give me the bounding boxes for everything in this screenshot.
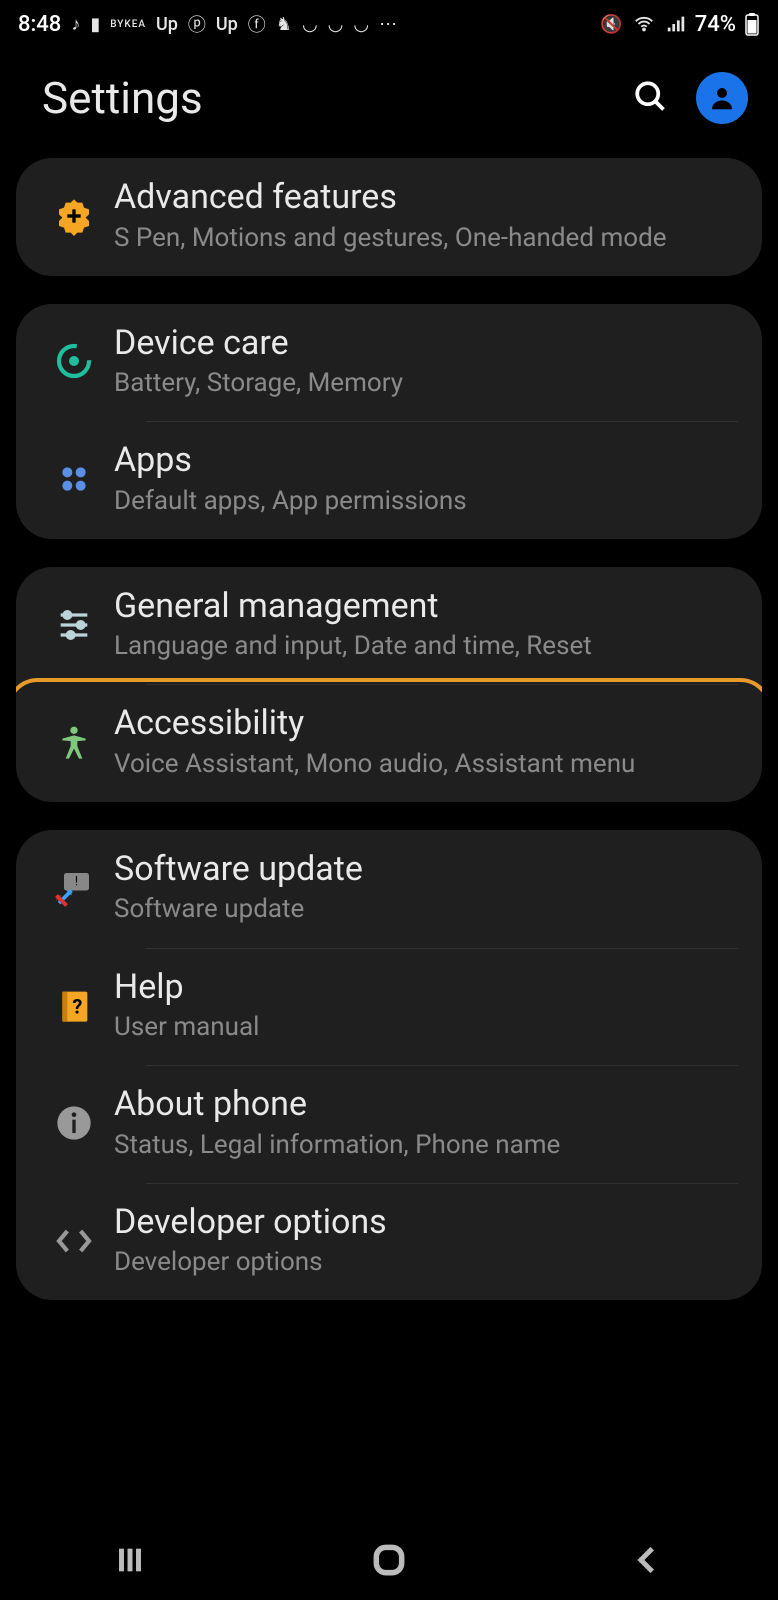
pinterest-icon: ⓟ: [188, 11, 206, 37]
apps-icon: [54, 459, 94, 499]
settings-item-device-care[interactable]: Device care Battery, Storage, Memory: [16, 304, 762, 422]
nav-recents-button[interactable]: [40, 1532, 220, 1588]
software-update-icon: !: [54, 868, 94, 908]
search-icon: [632, 78, 668, 114]
item-title: Help: [114, 966, 738, 1009]
app-header: Settings: [0, 48, 778, 148]
nav-home-button[interactable]: [299, 1532, 479, 1588]
more-icon: ⋯: [379, 14, 397, 35]
music-icon: ♪: [71, 14, 80, 35]
status-notification-icons: ♪ ▮ BYKEA Up ⓟ Up ⓕ ♞ ◡ ◡ ◡ ⋯: [71, 11, 397, 37]
navigation-bar: [0, 1520, 778, 1600]
item-title: Apps: [114, 439, 738, 482]
home-icon: [370, 1541, 408, 1579]
item-title: Developer options: [114, 1201, 738, 1244]
item-subtitle: User manual: [114, 1010, 738, 1045]
battery-percentage: 74%: [695, 12, 736, 37]
item-title: Advanced features: [114, 176, 738, 219]
item-title: General management: [114, 585, 738, 628]
svg-text:!: !: [75, 874, 78, 889]
item-title: Device care: [114, 322, 738, 365]
svg-text:?: ?: [72, 995, 82, 1019]
smile-icon: ◡: [302, 14, 318, 35]
settings-group: ! Software update Software update ? Help…: [16, 830, 762, 1300]
item-subtitle: Developer options: [114, 1245, 738, 1280]
status-bar: 8:48 ♪ ▮ BYKEA Up ⓟ Up ⓕ ♞ ◡ ◡ ◡ ⋯ 🔇 74%: [0, 0, 778, 48]
settings-item-general-management[interactable]: General management Language and input, D…: [16, 567, 762, 685]
search-button[interactable]: [632, 78, 668, 118]
item-subtitle: Status, Legal information, Phone name: [114, 1128, 738, 1163]
item-subtitle: Battery, Storage, Memory: [114, 366, 738, 401]
bykea-icon: BYKEA: [110, 19, 146, 30]
settings-item-software-update[interactable]: ! Software update Software update: [16, 830, 762, 948]
page-title: Settings: [42, 72, 203, 124]
settings-item-developer-options[interactable]: Developer options Developer options: [16, 1183, 762, 1301]
smile-icon: ◡: [353, 14, 369, 35]
signal-icon: [665, 13, 687, 35]
item-title: Accessibility: [114, 702, 738, 745]
message-icon: ▮: [90, 14, 100, 35]
battery-icon: [744, 12, 760, 36]
item-subtitle: Software update: [114, 892, 738, 927]
info-icon: [54, 1103, 94, 1143]
developer-icon: [54, 1221, 94, 1261]
status-system-icons: 🔇: [600, 13, 686, 35]
settings-item-advanced-features[interactable]: Advanced features S Pen, Motions and ges…: [16, 158, 762, 276]
upwork-icon: Up: [156, 14, 178, 35]
status-time: 8:48: [18, 12, 61, 37]
item-subtitle: Language and input, Date and time, Reset: [114, 629, 738, 664]
facebook-icon: ⓕ: [248, 11, 266, 37]
device-care-icon: [54, 341, 94, 381]
settings-group: Advanced features S Pen, Motions and ges…: [16, 158, 762, 276]
item-subtitle: S Pen, Motions and gestures, One-handed …: [114, 221, 738, 256]
accessibility-icon: [54, 722, 94, 762]
item-subtitle: Default apps, App permissions: [114, 484, 738, 519]
settings-item-accessibility[interactable]: Accessibility Voice Assistant, Mono audi…: [16, 684, 762, 802]
item-subtitle: Voice Assistant, Mono audio, Assistant m…: [114, 747, 738, 782]
mute-vibrate-icon: 🔇: [600, 14, 622, 35]
settings-list: Advanced features S Pen, Motions and ges…: [0, 148, 778, 1300]
help-icon: ?: [54, 985, 94, 1025]
settings-group: General management Language and input, D…: [16, 567, 762, 802]
sliders-icon: [54, 605, 94, 645]
settings-group: Device care Battery, Storage, Memory App…: [16, 304, 762, 539]
item-title: Software update: [114, 848, 738, 891]
back-icon: [631, 1543, 665, 1577]
person-icon: [707, 83, 737, 113]
settings-item-apps[interactable]: Apps Default apps, App permissions: [16, 421, 762, 539]
settings-item-about-phone[interactable]: About phone Status, Legal information, P…: [16, 1065, 762, 1183]
recents-icon: [113, 1543, 147, 1577]
app-icon: ♞: [276, 14, 292, 35]
account-button[interactable]: [696, 72, 748, 124]
nav-back-button[interactable]: [558, 1532, 738, 1588]
wifi-icon: [633, 13, 655, 35]
smile-icon: ◡: [328, 14, 344, 35]
upwork-icon: Up: [216, 14, 238, 35]
item-title: About phone: [114, 1083, 738, 1126]
settings-item-help[interactable]: ? Help User manual: [16, 948, 762, 1066]
gear-plus-icon: [54, 196, 94, 236]
